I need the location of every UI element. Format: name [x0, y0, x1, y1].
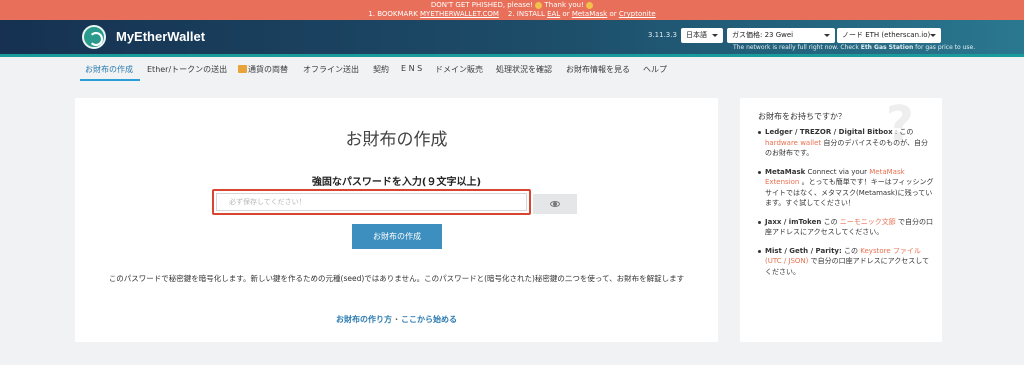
wallet-options-list: Ledger / TREZOR / Digital Bitbox : この har… [758, 127, 934, 285]
banner-install-text: 2. INSTALL [498, 10, 548, 18]
network-note-suffix: for gas price to use. [913, 44, 976, 51]
list-item-bold: MetaMask [765, 167, 806, 176]
banner-line-2: 1. BOOKMARK MYETHERWALLET.COM 2. INSTALL… [0, 10, 1024, 19]
network-node-dropdown[interactable]: ノード ETH (etherscan.io) [837, 28, 941, 43]
password-description: このパスワードで秘密鍵を暗号化します。新しい鍵を作るための元種(seed)ではあ… [108, 274, 685, 283]
main-navigation: お財布の作成 Ether/トークンの送出 通貨の両替 オフライン送出 契約 E … [0, 57, 1024, 85]
password-label: 強固なパスワードを入力(９文字以上) [311, 177, 482, 188]
how-to-create-link[interactable]: お財布の作り方 [336, 315, 392, 324]
banner-warning-text: DON'T GET PHISHED, please! [430, 1, 536, 9]
language-label: 日本語 [686, 31, 707, 39]
banner-thanks-text: Thank you! [542, 1, 587, 9]
tab-ens[interactable]: E N S [401, 64, 422, 73]
brand-name[interactable]: MyEtherWallet [116, 29, 205, 44]
help-links: お財布の作り方 · ここから始める [75, 314, 718, 325]
list-item-bold: Ledger / TREZOR / Digital Bitbox [765, 128, 893, 136]
banner-eal-link[interactable]: EAL [547, 10, 560, 18]
myetherwallet-logo-icon[interactable] [82, 25, 106, 49]
tab-domain-sale[interactable]: ドメイン販売 [435, 64, 483, 75]
create-wallet-panel: お財布の作成 強固なパスワードを入力(９文字以上) 必ず保存してください！ お財… [75, 98, 718, 342]
eth-gas-station-link[interactable]: Eth Gas Station [861, 44, 914, 51]
list-item: Jaxx / imToken この ニーモニック文節 で自分の口座アドレスにアク… [758, 217, 934, 238]
chevron-down-icon [930, 34, 936, 37]
network-note-prefix: The network is really full right now. Ch… [733, 44, 861, 51]
tab-contracts[interactable]: 契約 [373, 64, 389, 75]
list-item-text: Connect via your [805, 167, 870, 176]
list-item-bold: Mist / Geth / Parity: [765, 246, 842, 255]
existing-wallet-sidebar: ? お財布をお持ちですか？ Ledger / TREZOR / Digital … [740, 98, 942, 342]
banner-or-text-2: or [607, 10, 619, 18]
tab-swap[interactable]: 通貨の両替 [238, 64, 288, 75]
banner-or-text: or [560, 10, 572, 18]
phishing-warning-banner: DON'T GET PHISHED, please! Thank you! 1.… [0, 0, 1024, 20]
tab-swap-label: 通貨の両替 [248, 65, 288, 74]
chevron-down-icon [824, 34, 830, 37]
language-dropdown[interactable]: 日本語 [681, 28, 723, 43]
list-item-text: この [841, 246, 861, 255]
list-item: MetaMask Connect via your MetaMask Exten… [758, 167, 934, 209]
version-label: 3.11.3.3 [648, 31, 677, 39]
list-item: Ledger / TREZOR / Digital Bitbox : この har… [758, 127, 934, 159]
gas-price-label: ガス価格: 23 Gwei [732, 31, 794, 39]
banner-cryptonite-link[interactable]: Cryptonite [619, 10, 656, 18]
banner-metamask-link[interactable]: MetaMask [572, 10, 607, 18]
list-item-text: この [821, 217, 840, 226]
link-separator: · [394, 315, 399, 324]
tab-help[interactable]: ヘルプ [643, 64, 667, 75]
list-item-text: : この [892, 128, 914, 136]
site-header: MyEtherWallet 3.11.3.3 日本語 ガス価格: 23 Gwei… [0, 20, 1024, 57]
list-item-bold: Jaxx / imToken [765, 217, 822, 226]
tab-offline-send[interactable]: オフライン送出 [303, 64, 359, 75]
network-node-label: ノード ETH (etherscan.io) [842, 31, 931, 39]
get-started-link[interactable]: ここから始める [401, 315, 457, 324]
tab-view-wallet-info[interactable]: お財布情報を見る [566, 64, 630, 75]
tab-send-ether-tokens[interactable]: Ether/トークンの送出 [147, 64, 227, 75]
list-item: Mist / Geth / Parity: この Keystore ファイル (… [758, 246, 934, 278]
swap-icon [238, 65, 247, 73]
gas-price-dropdown[interactable]: ガス価格: 23 Gwei [727, 28, 835, 43]
create-wallet-button[interactable]: お財布の作成 [352, 224, 442, 249]
mnemonic-phrase-link[interactable]: ニーモニック文節 [840, 218, 896, 226]
banner-bookmark-link[interactable]: MYETHERWALLET.COM [420, 10, 499, 18]
page-title: お財布の作成 [345, 130, 448, 150]
banner-line-1: DON'T GET PHISHED, please! Thank you! [0, 1, 1024, 10]
show-password-button[interactable] [533, 194, 577, 214]
hardware-wallet-link[interactable]: hardware wallet [765, 139, 821, 147]
chevron-down-icon [712, 34, 718, 37]
tab-create-wallet[interactable]: お財布の作成 [85, 64, 133, 75]
sidebar-title: お財布をお持ちですか？ [758, 112, 846, 121]
active-tab-indicator [80, 79, 140, 81]
banner-bookmark-prefix: 1. BOOKMARK [368, 10, 421, 18]
tab-check-tx-status[interactable]: 処理状況を確認 [496, 64, 552, 75]
password-input[interactable]: 必ず保存してください！ [216, 193, 527, 211]
smile-emoji-icon [586, 1, 594, 9]
eye-icon [550, 201, 560, 207]
network-congestion-note: The network is really full right now. Ch… [733, 44, 975, 51]
